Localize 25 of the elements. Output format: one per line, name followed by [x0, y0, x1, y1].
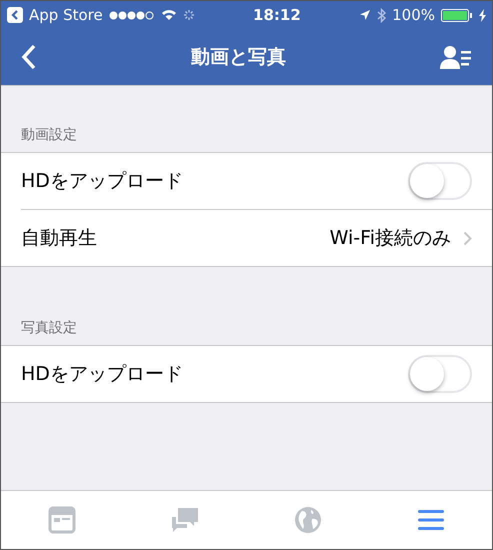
setting-label: HDをアップロード	[21, 362, 184, 387]
person-list-icon[interactable]	[440, 45, 472, 69]
spinner-icon	[182, 9, 195, 21]
globe-icon[interactable]	[292, 505, 323, 535]
battery-icon	[441, 8, 474, 22]
clock-time: 18:12	[253, 6, 301, 24]
screen-title: 動画と写真	[191, 45, 286, 70]
wifi-icon	[160, 9, 177, 21]
battery-percent: 100%	[392, 6, 436, 24]
setting-label: 自動再生	[21, 226, 98, 251]
back-app-label[interactable]: App Store	[29, 6, 103, 24]
charging-icon	[479, 8, 486, 22]
news-feed-icon[interactable]	[47, 505, 78, 535]
toggle-switch[interactable]	[408, 162, 472, 200]
section-header: 写真設定	[21, 319, 77, 337]
chat-bubbles-icon[interactable]	[170, 505, 200, 535]
section-header: 動画設定	[21, 126, 77, 144]
setting-value[interactable]: Wi-Fi接続のみ	[330, 225, 451, 251]
signal-icon	[108, 10, 155, 20]
bluetooth-icon	[377, 8, 386, 22]
back-icon[interactable]	[7, 7, 23, 23]
chevron-icon[interactable]	[463, 230, 472, 246]
setting-label: HDをアップロード	[21, 169, 184, 194]
toggle-switch[interactable]	[408, 355, 472, 393]
location-icon	[359, 9, 372, 21]
